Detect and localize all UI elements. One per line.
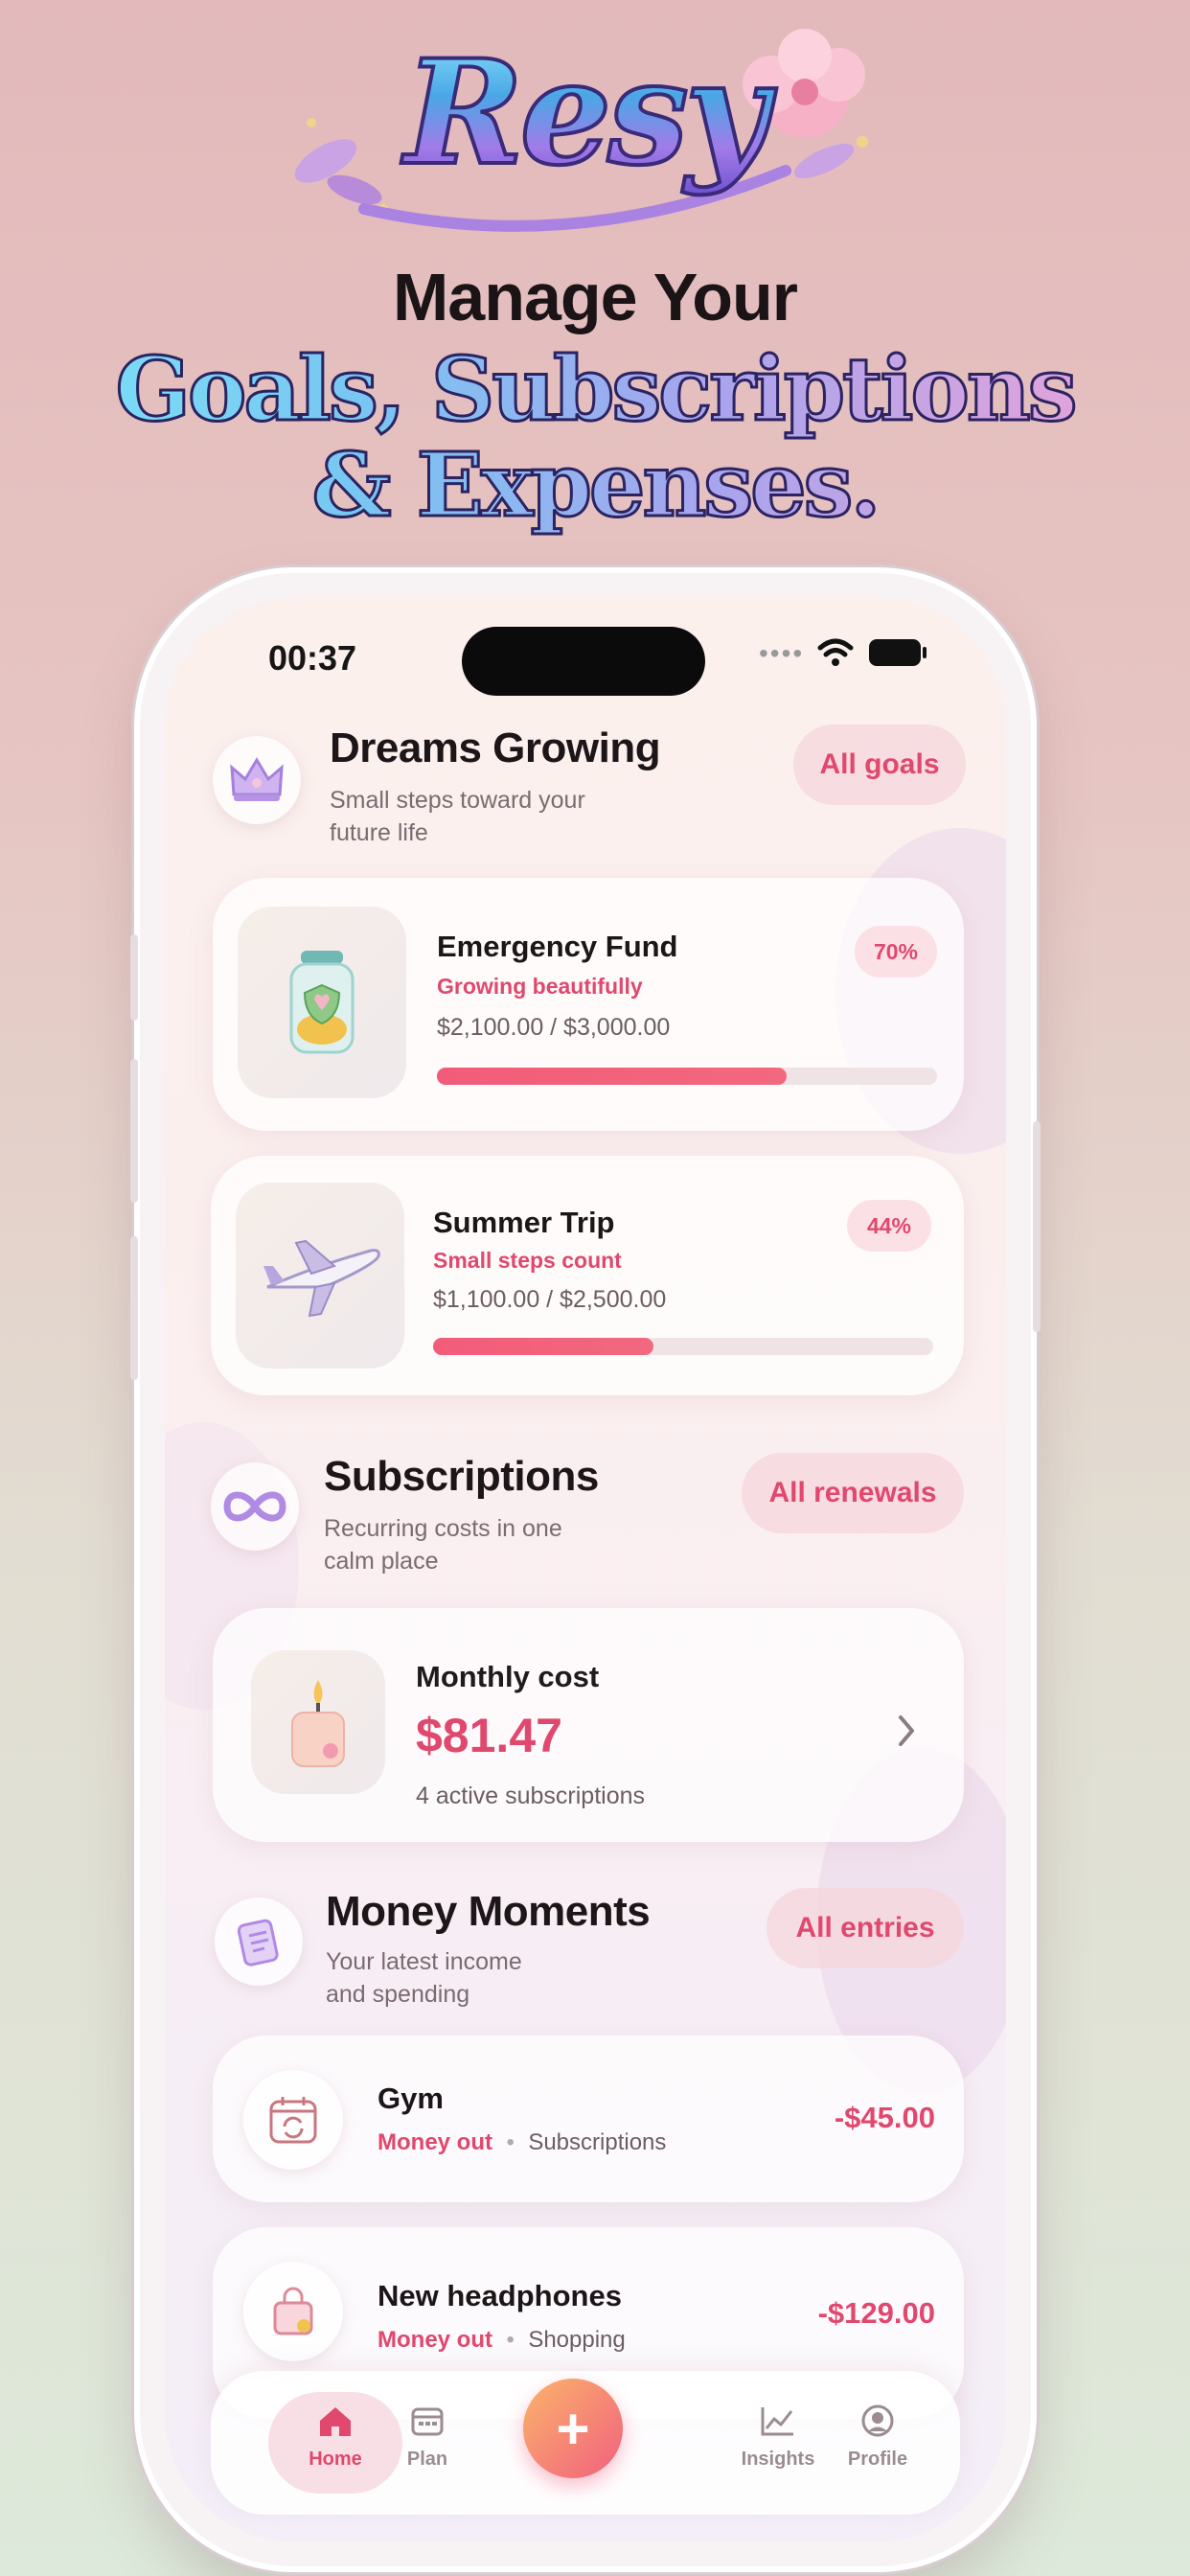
goal-progress-fill <box>437 1068 788 1085</box>
money-moments-section-subtitle: Your latest income and spending <box>326 1948 522 2008</box>
transaction-category: Shopping <box>528 2327 626 2353</box>
goal-progress-track <box>437 1068 937 1085</box>
hero-headline: Manage Your <box>392 260 798 334</box>
infinity-icon <box>211 1462 299 1551</box>
all-entries-button[interactable]: All entries <box>767 1888 964 1968</box>
active-subscriptions-count: 4 active subscriptions <box>416 1782 646 1809</box>
app-logo: Resy <box>287 17 881 247</box>
battery-icon <box>869 639 927 666</box>
separator-dot: • <box>506 2327 515 2353</box>
candle-icon <box>251 1650 385 1794</box>
all-goals-button[interactable]: All goals <box>793 724 966 805</box>
wifi-icon <box>817 638 854 666</box>
goal-card-emergency-fund[interactable]: Emergency Fund Growing beautifully $2,10… <box>213 878 964 1131</box>
signal-dots-icon: •••• <box>759 638 805 668</box>
transaction-category: Subscriptions <box>528 2129 667 2155</box>
all-renewals-button[interactable]: All renewals <box>742 1453 964 1533</box>
tab-profile[interactable]: Profile <box>820 2404 935 2471</box>
goal-status: Small steps count <box>433 1248 622 1273</box>
hero-line-1: Goals, Subscriptions <box>0 336 1190 443</box>
transaction-row-gym[interactable]: Gym Money out • Subscriptions -$45.00 <box>213 2036 964 2202</box>
subscriptions-section-title: Subscriptions <box>324 1453 599 1500</box>
goals-section-title: Dreams Growing <box>330 724 661 771</box>
goal-status: Growing beautifully <box>437 974 643 999</box>
tab-label: Profile <box>847 2449 908 2470</box>
goal-amount: $1,100.00 / $2,500.00 <box>433 1286 667 1313</box>
monthly-cost-value: $81.47 <box>416 1709 562 1762</box>
tab-insights[interactable]: Insights <box>721 2404 835 2471</box>
logo-wordmark: Resy <box>355 27 814 199</box>
shopping-bag-icon <box>243 2262 343 2361</box>
monthly-cost-label: Monthly cost <box>416 1660 600 1693</box>
status-time: 00:37 <box>268 638 357 678</box>
calendar-repeat-icon <box>243 2070 343 2170</box>
add-entry-button[interactable]: + <box>523 2379 623 2478</box>
tab-plan[interactable]: Plan <box>370 2404 485 2471</box>
bottom-tab-bar: Home Plan + Insights Profile <box>211 2371 960 2515</box>
transaction-amount: -$129.00 <box>817 2296 935 2330</box>
chart-icon <box>761 2407 793 2436</box>
goal-progress-track <box>433 1338 933 1355</box>
hero-line-2: & Expenses. <box>0 432 1190 539</box>
profile-icon <box>861 2404 894 2437</box>
transaction-name: Gym <box>378 2082 444 2115</box>
notepad-icon <box>215 1898 303 1986</box>
goal-name: Emergency Fund <box>437 930 678 963</box>
home-icon <box>320 2407 351 2436</box>
phone-action-button <box>130 934 138 1021</box>
transaction-name: New headphones <box>378 2279 622 2312</box>
transaction-meta: Money out • Subscriptions <box>378 2129 666 2156</box>
dynamic-island <box>462 627 705 696</box>
goals-section-subtitle: Small steps toward your future life <box>330 787 585 846</box>
goal-card-summer-trip[interactable]: Summer Trip Small steps count $1,100.00 … <box>211 1156 964 1395</box>
transaction-direction: Money out <box>378 2129 492 2155</box>
transaction-meta: Money out • Shopping <box>378 2327 626 2354</box>
phone-power-button <box>1033 1121 1041 1332</box>
goal-percent-badge: 70% <box>855 926 937 978</box>
chevron-right-icon[interactable] <box>895 1714 918 1748</box>
airplane-icon <box>236 1183 404 1368</box>
goal-progress-fill <box>433 1338 653 1355</box>
transaction-direction: Money out <box>378 2327 492 2353</box>
monthly-cost-card[interactable]: Monthly cost $81.47 4 active subscriptio… <box>213 1608 964 1842</box>
tab-label: Insights <box>741 2449 815 2470</box>
phone-volume-up <box>130 1059 138 1203</box>
money-moments-section-title: Money Moments <box>326 1888 651 1935</box>
goal-name: Summer Trip <box>433 1206 615 1239</box>
crown-icon <box>213 736 301 824</box>
calendar-icon <box>411 2407 444 2436</box>
savings-jar-icon <box>238 907 406 1098</box>
subscriptions-section-subtitle: Recurring costs in one calm place <box>324 1515 562 1575</box>
transaction-amount: -$45.00 <box>834 2101 935 2134</box>
separator-dot: • <box>506 2129 515 2155</box>
goal-amount: $2,100.00 / $3,000.00 <box>437 1014 671 1041</box>
phone-screen: 00:37 •••• Dreams Growing Small steps to… <box>165 598 1006 2542</box>
goal-percent-badge: 44% <box>847 1200 931 1252</box>
tab-label: Plan <box>406 2449 448 2470</box>
phone-volume-down <box>130 1236 138 1380</box>
